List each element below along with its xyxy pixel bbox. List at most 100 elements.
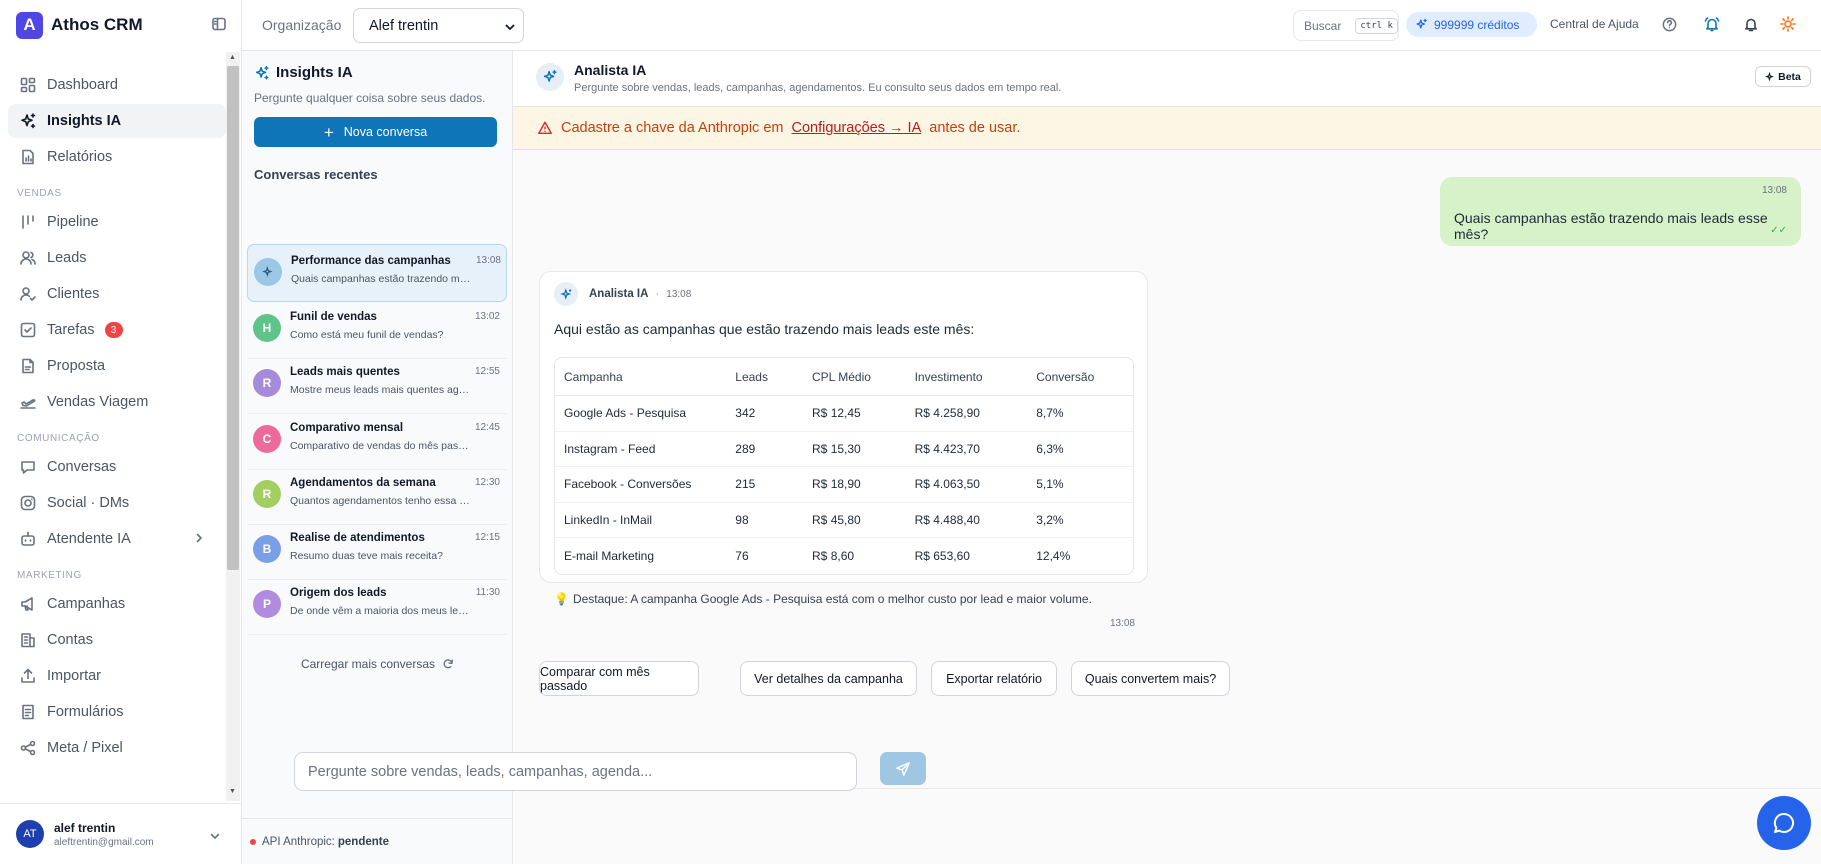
support-chat-button[interactable] xyxy=(1757,796,1811,850)
conversation-title: Agendamentos da semana xyxy=(290,477,436,489)
read-check-icon: ✓✓ xyxy=(1770,225,1787,236)
section-comunicacao: COMUNICAÇÃO xyxy=(17,433,100,444)
sidebar-scrollbar-thumb[interactable] xyxy=(227,66,239,570)
organization-value: Alef trentin xyxy=(369,17,439,34)
conversation-item[interactable]: P Origem dos leads 11:30 De onde vêm a maio… xyxy=(247,577,507,635)
sidebar-item-conversas[interactable]: Conversas xyxy=(8,450,226,484)
user-email: aleftrentin@gmail.com xyxy=(54,836,154,848)
sidebar-item-relatorios[interactable]: Relatórios xyxy=(8,140,226,174)
scroll-down-arrow-icon[interactable]: ▼ xyxy=(229,788,236,795)
sidebar-item-pipeline[interactable]: Pipeline xyxy=(8,205,226,239)
conversation-body: Leads mais quentes 12:55 Mostre meus leads… xyxy=(290,366,500,413)
table-cell: 6,3% xyxy=(1027,432,1133,467)
table-cell: R$ 12,45 xyxy=(803,396,906,432)
sidebar-item-campanhas[interactable]: Campanhas xyxy=(8,587,226,621)
conversation-avatar: C xyxy=(253,425,281,453)
table-cell: 76 xyxy=(735,548,749,563)
sidebar-item-clientes[interactable]: Clientes xyxy=(8,277,226,311)
sparkles-icon xyxy=(262,266,274,278)
conversation-title: Leads mais quentes xyxy=(290,366,400,378)
sidebar-item-dashboard[interactable]: Dashboard xyxy=(8,68,226,102)
organization-select[interactable]: Alef trentin xyxy=(353,8,524,43)
conversation-item[interactable]: R Leads mais quentes 12:55 Mostre meus lead… xyxy=(247,356,507,414)
sparkles-icon xyxy=(559,287,573,301)
chevron-down-icon xyxy=(210,831,220,841)
table-header-cell: Leads xyxy=(726,358,804,396)
settings-ai-link[interactable]: Configurações → IA xyxy=(792,120,922,136)
instagram-icon xyxy=(19,494,47,512)
sidebar-item-tarefas[interactable]: Tarefas 3 xyxy=(8,313,226,347)
help-center-link[interactable]: Central de Ajuda xyxy=(1550,17,1639,31)
chat-icon xyxy=(19,458,47,476)
conversation-preview: Quais campanhas estão trazendo mais lead… xyxy=(291,273,471,285)
conversation-item[interactable]: B Realise de atendimentos 12:15 Resumo duas… xyxy=(247,522,507,580)
search-shortcut: ctrl k xyxy=(1355,17,1398,34)
conversation-item[interactable]: Performance das campanhas 13:08 Quais camp… xyxy=(247,244,507,302)
table-cell: 8,7% xyxy=(1027,396,1133,432)
table-cell: Instagram - Feed xyxy=(555,432,727,467)
conversation-title: Origem dos leads xyxy=(290,587,387,599)
highlight-note: 💡 Destaque: A campanha Google Ads - Pesq… xyxy=(554,592,1092,606)
suggestion-chip[interactable]: Ver detalhes da campanha xyxy=(740,661,917,696)
table-body: Google Ads - Pesquisa 342 R$ 12,45 R$ 4.258… xyxy=(555,396,1133,574)
form-icon xyxy=(19,703,47,721)
sidebar-item-label: Dashboard xyxy=(47,77,118,93)
send-button[interactable] xyxy=(880,752,926,785)
robot-icon xyxy=(19,530,47,548)
conversation-item[interactable]: C Comparativo mensal 12:45 Comparativo de v… xyxy=(247,412,507,470)
load-more-button[interactable]: Carregar mais conversas xyxy=(242,657,513,671)
sidebar-item-vendas-viagem[interactable]: Vendas Viagem xyxy=(8,385,226,419)
sidebar-item-importar[interactable]: Importar xyxy=(8,659,226,693)
sidebar-item-leads[interactable]: Leads xyxy=(8,241,226,275)
conversation-time: 12:55 xyxy=(474,366,500,377)
conversation-body: Realise de atendimentos 12:15 Resumo duas … xyxy=(290,532,500,579)
sidebar-item-proposta[interactable]: Proposta xyxy=(8,349,226,383)
theme-sun-icon[interactable] xyxy=(1779,15,1797,33)
section-vendas: VENDAS xyxy=(17,188,62,199)
conversation-avatar: H xyxy=(253,314,281,342)
conversation-time: 11:30 xyxy=(475,587,500,598)
table-cell: E-mail Marketing xyxy=(564,548,655,563)
message-time: 13:08 xyxy=(1109,618,1135,629)
conversation-item[interactable]: H Funil de vendas 13:02 Como está meu funil… xyxy=(247,301,507,359)
brand[interactable]: A Athos CRM xyxy=(16,11,143,39)
suggestion-chip[interactable]: Comparar com mês passado xyxy=(539,661,699,696)
bell-icon[interactable] xyxy=(1742,15,1760,33)
table-cell: R$ 4.488,40 xyxy=(905,503,1028,538)
search-button[interactable]: Buscar ctrl k xyxy=(1293,10,1399,41)
sidebar-item-contas[interactable]: Contas xyxy=(8,623,226,657)
conversation-preview: Comparativo de vendas do mês passado xyxy=(290,440,470,452)
conversation-body: Funil de vendas 13:02 Como está meu funil … xyxy=(290,311,500,358)
chat-subtitle: Pergunte sobre vendas, leads, campanhas,… xyxy=(574,82,1062,94)
notification-ring-icon[interactable] xyxy=(1703,15,1721,33)
credits-badge[interactable]: 999999 créditos xyxy=(1406,12,1537,37)
help-circle-icon[interactable] xyxy=(1661,16,1678,33)
chat-input[interactable]: Pergunte sobre vendas, leads, campanhas,… xyxy=(294,752,857,791)
separator-dot: · xyxy=(655,288,660,300)
scroll-up-arrow-icon[interactable]: ▲ xyxy=(229,54,236,61)
conversation-top: Realise de atendimentos 12:15 xyxy=(290,532,500,544)
sidebar-item-formularios[interactable]: Formulários xyxy=(8,695,226,729)
sidebar-item-meta-pixel[interactable]: Meta / Pixel xyxy=(8,731,226,765)
table-cell: 289 xyxy=(726,432,804,467)
suggestion-chip[interactable]: Quais convertem mais? xyxy=(1071,661,1230,696)
table-cell: R$ 4.423,70 xyxy=(905,432,1028,467)
lightbulb-icon: 💡 xyxy=(554,592,569,606)
sidebar-item-atendente-ia[interactable]: Atendente IA xyxy=(8,522,226,556)
panel-subtitle: Pergunte qualquer coisa sobre seus dados… xyxy=(254,91,486,105)
sidebar-collapse-icon[interactable] xyxy=(211,16,227,32)
search-label: Buscar xyxy=(1304,18,1342,33)
new-conversation-button[interactable]: + Nova conversa xyxy=(254,117,497,147)
user-menu[interactable]: AT alef trentin aleftrentin@gmail.com xyxy=(0,803,242,864)
table-cell: 5,1% xyxy=(1027,467,1133,503)
assistant-message-header: Analista IA · 13:08 xyxy=(554,282,691,306)
conversation-item[interactable]: R Agendamentos da semana 12:30 Quantos agen… xyxy=(247,467,507,525)
refresh-icon xyxy=(435,658,454,670)
conversation-title: Comparativo mensal xyxy=(290,422,404,434)
conversation-top: Agendamentos da semana 12:30 xyxy=(290,477,500,489)
sidebar-item-insights-ia[interactable]: Insights IA xyxy=(8,104,226,138)
avatar: AT xyxy=(16,820,44,848)
sidebar-item-social-dms[interactable]: Social · DMs xyxy=(8,486,226,520)
suggestion-chip[interactable]: Exportar relatório xyxy=(931,661,1057,696)
conversation-avatar: R xyxy=(253,369,281,397)
